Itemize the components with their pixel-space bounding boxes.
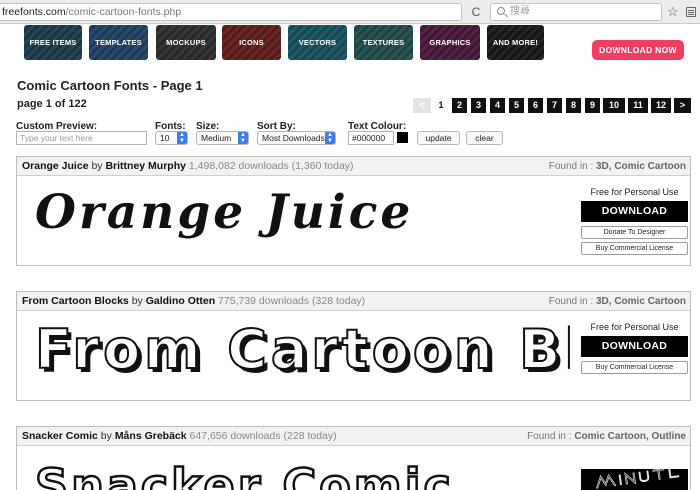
download-panel: Free for Personal Use DOWNLOAD Buy Comme… [581, 320, 688, 374]
font-name-link[interactable]: Orange Juice [22, 160, 89, 172]
url-host: freefonts.com [2, 6, 66, 18]
license-label: Free for Personal Use [590, 322, 679, 332]
donate-button[interactable]: Donate To Designer [581, 226, 688, 239]
font-preview-clip: From Cartoon Blocks [35, 318, 570, 388]
download-panel: Free for Personal Use DOWNLOAD Donate To… [581, 185, 688, 255]
nav-graphics[interactable]: GRAPHICS [420, 25, 480, 60]
select-arrows-icon: ▲ ▼ [177, 132, 187, 144]
font-author-link[interactable]: Galdino Otten [146, 295, 215, 307]
pagination-page[interactable]: 3 [471, 98, 486, 113]
font-name-link[interactable]: From Cartoon Blocks [22, 295, 129, 307]
download-button[interactable]: DOWNLOAD [581, 201, 688, 222]
nav-mockups[interactable]: MOCKUPS [156, 25, 216, 60]
pagination-page[interactable]: 6 [528, 98, 543, 113]
font-card-header: Snacker Comic by Måns Grebäck 647,656 do… [17, 427, 690, 446]
font-author-link[interactable]: Brittney Murphy [105, 160, 186, 172]
pagination-page[interactable]: 7 [547, 98, 562, 113]
found-in: Found in : Comic Cartoon, Outline [527, 431, 686, 442]
clear-button[interactable]: clear [466, 131, 503, 145]
by-label: by [131, 295, 143, 307]
browser-toolbar: freefonts.com/comic-cartoon-fonts.php C … [0, 0, 700, 24]
buy-license-button[interactable]: Buy Commercial License [581, 361, 688, 374]
search-icon [497, 7, 505, 15]
size-select[interactable]: Medium ▲ ▼ [196, 131, 249, 145]
font-name-link[interactable]: Snacker Comic [22, 430, 98, 442]
nav-icons[interactable]: ICONS [222, 25, 281, 60]
address-bar[interactable]: freefonts.com/comic-cartoon-fonts.php [0, 3, 462, 21]
download-count: 647,656 downloads (228 today) [189, 430, 337, 442]
pagination-current: 1 [433, 98, 449, 113]
category-links[interactable]: 3D, Comic Cartoon [596, 296, 686, 307]
pagination-next[interactable]: > [674, 98, 691, 113]
category-links[interactable]: 3D, Comic Cartoon [596, 161, 686, 172]
font-author-link[interactable]: Måns Grebäck [115, 430, 187, 442]
bookmark-star-icon[interactable]: ☆ [667, 3, 679, 21]
font-preview: Snacker Comic [34, 458, 454, 490]
download-count: 1,498,082 downloads (1,360 today) [188, 160, 354, 172]
pagination-page[interactable]: 10 [603, 98, 625, 113]
license-label: Free for Personal Use [590, 187, 679, 197]
font-preview: Orange Juice [35, 185, 414, 240]
text-colour-input[interactable]: #000000 [348, 131, 394, 145]
pagination-page[interactable]: 5 [509, 98, 524, 113]
pagination-page[interactable]: 8 [566, 98, 581, 113]
buy-license-button[interactable]: Buy Commercial License [581, 242, 688, 255]
select-arrows-icon: ▲ ▼ [238, 132, 248, 144]
by-label: by [91, 160, 103, 172]
by-label: by [100, 430, 112, 442]
url-path: /comic-cartoon-fonts.php [65, 6, 182, 18]
reader-list-icon[interactable] [686, 7, 696, 17]
found-in: Found in : 3D, Comic Cartoon [548, 296, 686, 307]
update-button[interactable]: update [417, 131, 460, 145]
download-count: 775,739 downloads (328 today) [218, 295, 366, 307]
nav-and-more[interactable]: AND MORE! [487, 25, 544, 60]
font-card-header: Orange Juice by Brittney Murphy 1,498,08… [17, 157, 690, 176]
pagination-page[interactable]: 2 [452, 98, 467, 113]
nav-textures[interactable]: TEXTURES [354, 25, 413, 60]
download-now-button[interactable]: DOWNLOAD NOW [592, 40, 684, 60]
colour-swatch[interactable] [397, 132, 408, 143]
reload-icon[interactable]: C [466, 3, 486, 21]
font-card: From Cartoon Blocks by Galdino Otten 775… [16, 291, 691, 401]
pagination-page[interactable]: 4 [490, 98, 505, 113]
font-card: Orange Juice by Brittney Murphy 1,498,08… [16, 156, 691, 266]
sort-by-select[interactable]: Most Downloads ▲ ▼ [257, 131, 336, 145]
page-title: Comic Cartoon Fonts - Page 1 [17, 78, 203, 93]
font-preview: From Cartoon Blocks [35, 318, 570, 382]
custom-preview-input[interactable]: Type your text here [16, 131, 147, 145]
pagination-page[interactable]: 9 [585, 98, 600, 113]
nav-free-items[interactable]: FREE ITEMS [24, 25, 82, 60]
font-card: Snacker Comic by Måns Grebäck 647,656 do… [16, 426, 691, 490]
fonts-per-page-select[interactable]: 10 ▲ ▼ [155, 131, 188, 145]
pagination-page[interactable]: 12 [651, 98, 671, 113]
font-card-header: From Cartoon Blocks by Galdino Otten 775… [17, 292, 690, 311]
nav-templates[interactable]: TEMPLATES [89, 25, 148, 60]
category-links[interactable]: Comic Cartoon, Outline [574, 431, 686, 442]
found-in: Found in : 3D, Comic Cartoon [548, 161, 686, 172]
browser-search-field[interactable]: 搜尋 [490, 3, 662, 21]
select-arrows-icon: ▲ ▼ [325, 132, 335, 144]
search-placeholder: 搜尋 [510, 6, 530, 17]
nav-vectors[interactable]: VECTORS [288, 25, 347, 60]
download-button[interactable]: DOWNLOAD [581, 336, 688, 357]
pagination-page[interactable]: 11 [628, 98, 648, 113]
pagination-prev[interactable]: < [413, 98, 431, 113]
page-count: page 1 of 122 [17, 98, 87, 110]
